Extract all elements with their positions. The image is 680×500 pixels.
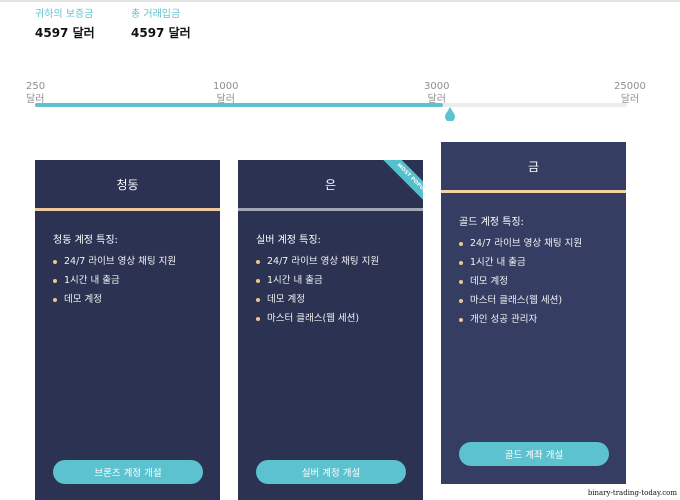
open-gold-account-button[interactable]: 골드 계좌 개설 [459, 442, 609, 466]
bronze-plan-title: 청동 [35, 160, 220, 211]
ribbon-label: MOST POPULAR [383, 160, 423, 208]
feature-item: 마스터 클래스(웹 세션) [459, 294, 609, 307]
total-deposit-value: 4597 달러 [131, 26, 191, 40]
bronze-plan-card: 청동 청동 계정 특징: 24/7 라이브 영상 채팅 지원 1시간 내 출금 … [35, 160, 220, 500]
silver-plan-card: MOST POPULAR 은 실버 계정 특징: 24/7 라이브 영상 채팅 … [238, 160, 423, 500]
bronze-feature-list: 24/7 라이브 영상 채팅 지원 1시간 내 출금 데모 계정 [53, 255, 203, 306]
deposit-slider-fill [35, 103, 444, 107]
most-popular-ribbon: MOST POPULAR [375, 160, 423, 208]
deposit-stat: 귀하의 보증금 4597 달러 [35, 8, 95, 41]
feature-item: 24/7 라이브 영상 채팅 지원 [256, 255, 406, 268]
gold-features-title: 골드 계정 특징: [459, 217, 524, 228]
open-bronze-account-button[interactable]: 브론즈 계정 개설 [53, 460, 203, 484]
slider-handle-icon[interactable] [444, 107, 456, 121]
feature-item: 24/7 라이브 영상 채팅 지원 [459, 237, 609, 250]
feature-item: 24/7 라이브 영상 채팅 지원 [53, 255, 203, 268]
deposit-slider-track[interactable] [35, 103, 627, 107]
gold-plan-card: 금 골드 계정 특징: 24/7 라이브 영상 채팅 지원 1시간 내 출금 데… [441, 142, 626, 484]
feature-item: 1시간 내 출금 [459, 256, 609, 269]
tick-amount: 3000 [424, 81, 450, 92]
total-deposit-label: 총 거래입금 [131, 9, 181, 20]
feature-item: 1시간 내 출금 [256, 274, 406, 287]
bronze-features-title: 청동 계정 특징: [53, 235, 118, 246]
silver-features-title: 실버 계정 특징: [256, 235, 321, 246]
feature-item: 데모 계정 [256, 293, 406, 306]
gold-plan-title: 금 [441, 142, 626, 193]
feature-item: 마스터 클래스(웹 세션) [256, 312, 406, 325]
feature-item: 데모 계정 [53, 293, 203, 306]
open-silver-account-button[interactable]: 실버 계정 개설 [256, 460, 406, 484]
tick-amount: 25000 [614, 81, 646, 92]
feature-item: 1시간 내 출금 [53, 274, 203, 287]
gold-feature-list: 24/7 라이브 영상 채팅 지원 1시간 내 출금 데모 계정 마스터 클래스… [459, 237, 609, 326]
tick-amount: 1000 [213, 81, 239, 92]
silver-feature-list: 24/7 라이브 영상 채팅 지원 1시간 내 출금 데모 계정 마스터 클래스… [256, 255, 406, 325]
site-watermark: binary-trading-today.com [587, 489, 677, 497]
feature-item: 데모 계정 [459, 275, 609, 288]
top-divider [0, 0, 680, 2]
deposit-label: 귀하의 보증금 [35, 9, 94, 20]
deposit-value: 4597 달러 [35, 26, 95, 40]
total-deposit-stat: 총 거래입금 4597 달러 [131, 8, 191, 41]
feature-item: 개인 성공 관리자 [459, 313, 609, 326]
tick-amount: 250 [26, 81, 46, 92]
